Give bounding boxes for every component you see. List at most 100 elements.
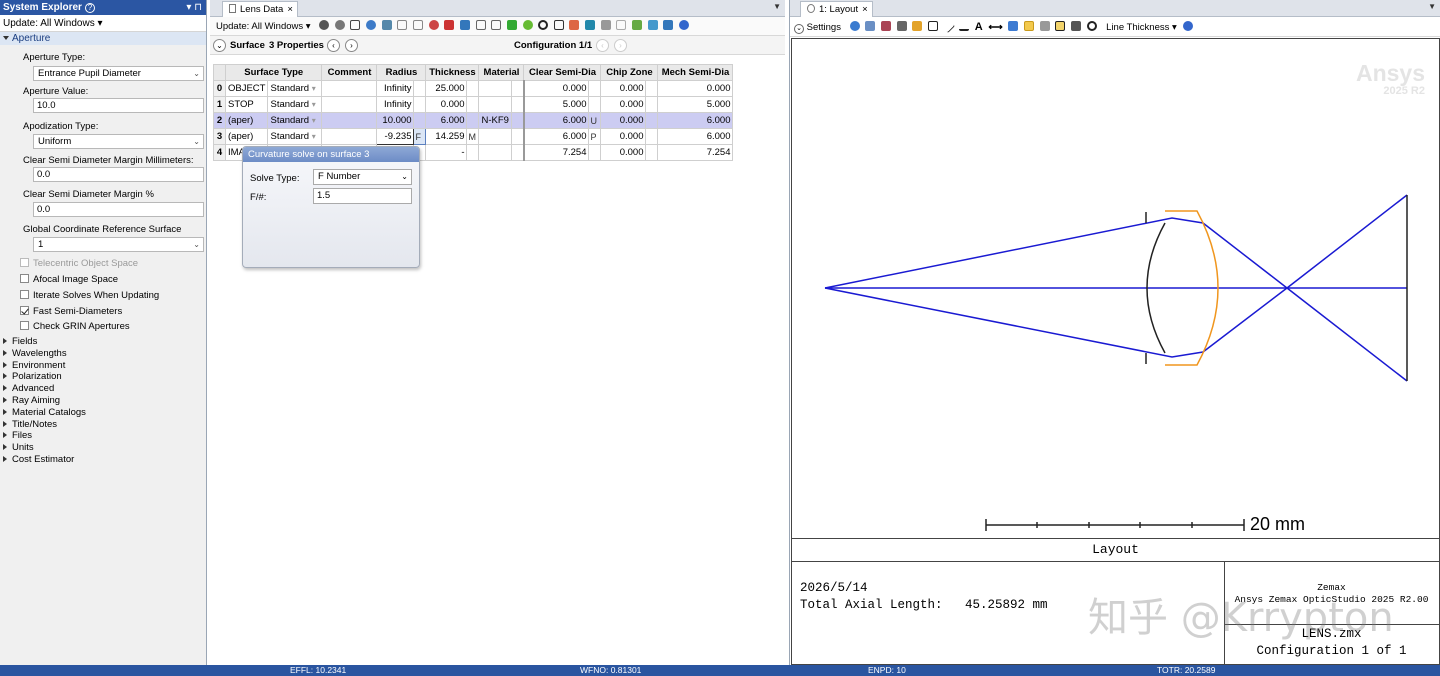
window-menu-icon[interactable]: ▼ (1428, 2, 1436, 11)
tree-item-wavelengths[interactable]: Wavelengths (3, 348, 67, 360)
material-cell[interactable] (478, 144, 513, 161)
prev-config-icon[interactable]: ‹ (596, 39, 609, 52)
radius-solve-cell-active[interactable]: F (413, 128, 427, 145)
material-solve-cell[interactable] (511, 128, 525, 145)
refresh-all-icon[interactable] (334, 20, 345, 30)
clear-semi-dia-cell[interactable]: 6.000 (522, 112, 590, 129)
next-surface-icon[interactable]: › (345, 39, 358, 52)
thickness-cell[interactable]: 25.000 (425, 80, 468, 97)
thickness-cell[interactable]: 6.000 (425, 112, 468, 129)
col-header-mech-semi-dia[interactable]: Mech Semi-Dia (657, 64, 734, 81)
radius-cell-editing[interactable]: -9.235 (376, 128, 415, 145)
line-icon[interactable] (959, 25, 970, 31)
pattern-icon[interactable] (522, 20, 533, 30)
stop-icon[interactable] (444, 20, 455, 30)
col-header-clear-semi-dia[interactable]: Clear Semi-Dia (523, 64, 602, 81)
surface-type-cell[interactable]: Standard ▾ (267, 96, 323, 113)
scissors-icon[interactable] (397, 20, 408, 30)
circle-icon[interactable] (538, 20, 549, 30)
window-menu-icon[interactable]: ▼ (773, 2, 781, 11)
telecentric-object-space-checkbox[interactable]: Telecentric Object Space (20, 258, 138, 270)
table-row-selected[interactable]: 2 (aper) Standard ▾ 10.000 6.000 N-KF9 6… (213, 112, 734, 129)
settings-button[interactable]: ⌄ Settings (794, 22, 841, 34)
surface-name[interactable]: (aper) (224, 128, 269, 145)
clear-semi-dia-cell[interactable]: 6.000 (522, 128, 590, 145)
col-header-material[interactable]: Material (478, 64, 525, 81)
surface-type-cell[interactable]: Standard ▾ (267, 80, 323, 97)
pencil-icon[interactable] (569, 20, 580, 30)
radius-solve-cell[interactable] (413, 96, 427, 113)
arrow-icon[interactable] (459, 20, 470, 30)
comment-cell[interactable] (321, 112, 378, 129)
tool-icon[interactable] (413, 20, 424, 30)
surface-type-cell[interactable]: Standard ▾ (267, 112, 323, 129)
aperture-value-input[interactable]: 10.0 (33, 98, 204, 113)
lens-data-tab[interactable]: Lens Data × (222, 1, 298, 17)
comment-cell[interactable] (321, 96, 378, 113)
surface-type-cell[interactable]: Standard ▾ (267, 128, 323, 145)
material-cell[interactable] (478, 96, 513, 113)
thickness-solve-cell[interactable] (466, 112, 480, 129)
tree-item-polarization[interactable]: Polarization (3, 371, 62, 383)
material-cell[interactable] (478, 128, 513, 145)
iterate-solves-checkbox[interactable]: Iterate Solves When Updating (20, 290, 159, 302)
material-solve-cell[interactable] (511, 112, 525, 129)
chip-zone-solve-cell[interactable] (645, 144, 659, 161)
window-layout-icon[interactable] (1055, 21, 1066, 31)
surface-name[interactable]: STOP (224, 96, 269, 113)
aperture-section-header[interactable]: Aperture (0, 32, 206, 45)
update-all-windows-dropdown[interactable]: Update: All Windows ▾ (0, 15, 206, 32)
prev-surface-icon[interactable]: ‹ (327, 39, 340, 52)
next-icon[interactable] (663, 20, 674, 30)
mech-semi-dia-cell[interactable]: 7.254 (657, 144, 734, 161)
clear-semi-dia-cell[interactable]: 5.000 (522, 96, 590, 113)
material-cell[interactable]: N-KF9 (478, 112, 513, 129)
surface-properties-label[interactable]: 3 Properties (269, 36, 324, 55)
chip-zone-solve-cell[interactable] (645, 96, 659, 113)
clear-semi-dia-cell[interactable]: 0.000 (522, 80, 590, 97)
material-solve-cell[interactable] (511, 96, 525, 113)
dimension-icon[interactable]: ⟷ (988, 22, 1002, 33)
clear-semi-dia-cell[interactable]: 7.254 (522, 144, 590, 161)
collapse-properties-icon[interactable]: ⌄ (213, 39, 226, 52)
tree-item-cost-estimator[interactable]: Cost Estimator (3, 454, 74, 466)
col-header-comment[interactable]: Comment (321, 64, 378, 81)
line-thickness-dropdown[interactable]: Line Thickness ▾ (1106, 22, 1177, 33)
update-dropdown[interactable]: Update: All Windows ▾ (216, 21, 311, 32)
tree-item-units[interactable]: Units (3, 442, 34, 454)
table-row[interactable]: 3 (aper) Standard ▾ -9.235 F 14.259 M 6.… (213, 128, 734, 145)
csd-margin-pct-input[interactable]: 0.0 (33, 202, 204, 217)
afocal-image-space-checkbox[interactable]: Afocal Image Space (20, 274, 118, 286)
table-row[interactable]: 0 OBJECT Standard ▾ Infinity 25.000 0.00… (213, 80, 734, 97)
tree-item-advanced[interactable]: Advanced (3, 383, 54, 395)
radius-cell[interactable]: Infinity (376, 96, 415, 113)
rectangle-icon[interactable] (927, 21, 938, 31)
link-icon[interactable] (585, 20, 596, 30)
thickness-solve-cell[interactable] (466, 144, 480, 161)
chip-zone-cell[interactable]: 0.000 (600, 144, 647, 161)
print-icon[interactable] (896, 21, 907, 31)
chip-zone-solve-cell[interactable] (645, 80, 659, 97)
clear-semi-dia-solve-cell[interactable] (588, 96, 602, 113)
global-coordinate-reference-dropdown[interactable]: 1 ⌄ (33, 237, 204, 252)
mech-semi-dia-cell[interactable]: 5.000 (657, 96, 734, 113)
fnumber-input[interactable]: 1.5 (313, 188, 412, 204)
clone-icon[interactable] (865, 21, 876, 31)
col-header-radius[interactable]: Radius (376, 64, 427, 81)
arrow-line-icon[interactable] (941, 18, 956, 34)
tree-item-fields[interactable]: Fields (3, 336, 37, 348)
chip-zone-cell[interactable]: 0.000 (600, 112, 647, 129)
material-solve-cell[interactable] (511, 80, 525, 97)
clear-semi-dia-solve-cell[interactable] (588, 80, 602, 97)
thickness-cell[interactable]: 0.000 (425, 96, 468, 113)
layout-tab[interactable]: 1: Layout × (800, 1, 873, 17)
solve-type-dropdown[interactable]: F Number ⌄ (313, 169, 412, 185)
radius-cell[interactable]: 10.000 (376, 112, 415, 129)
col-header-chip-zone[interactable]: Chip Zone (600, 64, 659, 81)
leaf-icon[interactable] (506, 20, 517, 30)
surface-name[interactable]: (aper) (224, 112, 269, 129)
chip-zone-cell[interactable]: 0.000 (600, 96, 647, 113)
mech-semi-dia-cell[interactable]: 6.000 (657, 112, 734, 129)
table-row[interactable]: 1 STOP Standard ▾ Infinity 0.000 5.000 0… (213, 96, 734, 113)
clear-semi-dia-solve-cell[interactable]: P (588, 128, 602, 145)
